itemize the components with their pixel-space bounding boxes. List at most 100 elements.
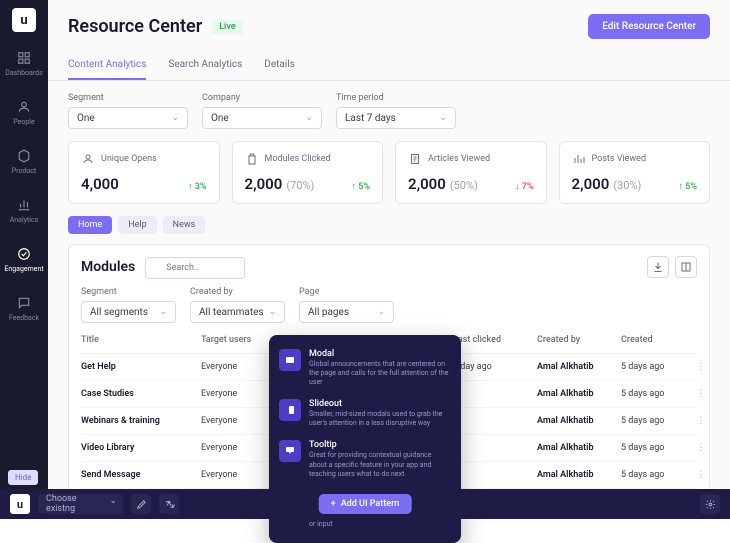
- column-header[interactable]: Title: [81, 335, 201, 345]
- stat-name: Posts Viewed: [592, 154, 647, 164]
- translate-button[interactable]: [159, 494, 179, 514]
- cell-last-clicked: 1 day ago: [453, 362, 537, 372]
- choose-existing-select[interactable]: Choose existng: [38, 494, 123, 514]
- stat-percent: (50%): [450, 179, 478, 192]
- stat-icon: [245, 152, 259, 166]
- nav-people[interactable]: People: [13, 95, 34, 130]
- segment-label: Segment: [68, 93, 188, 103]
- row-menu-button[interactable]: ⋮: [691, 389, 711, 399]
- sub-segment-select[interactable]: All segments⌄: [81, 301, 176, 323]
- chevron-down-icon: ⌄: [305, 113, 313, 123]
- popup-title: Slideout: [309, 399, 451, 409]
- chip-home[interactable]: Home: [68, 216, 112, 234]
- sub-creator-label: Created by: [190, 287, 285, 297]
- nav-product[interactable]: Product: [12, 144, 36, 179]
- add-pattern-button[interactable]: +Add UI Pattern: [319, 494, 412, 514]
- hide-button[interactable]: Hide: [8, 470, 38, 485]
- stat-value: 2,000: [572, 175, 610, 193]
- tab-details[interactable]: Details: [264, 51, 295, 80]
- period-select[interactable]: Last 7 days⌄: [336, 107, 456, 129]
- people-icon: [16, 99, 32, 115]
- tab-search-analytics[interactable]: Search Analytics: [168, 51, 242, 80]
- stat-value: 2,000: [245, 175, 283, 193]
- column-header[interactable]: Created: [621, 335, 691, 345]
- page-title: Resource Center: [68, 16, 202, 37]
- popup-desc: Smaller, mid-sized modals used to grab t…: [309, 410, 451, 428]
- sidebar: u Dashboards People Product Analytics En…: [0, 0, 48, 519]
- cell-created: 5 days ago: [621, 389, 691, 399]
- popup-item[interactable]: SlideoutSmaller, mid-sized modals used t…: [269, 393, 461, 434]
- sub-creator-select[interactable]: All teammates⌄: [190, 301, 285, 323]
- chip-news[interactable]: News: [163, 216, 206, 234]
- column-header[interactable]: Created by: [537, 335, 621, 345]
- filters: Segment One⌄ Company One⌄ Time period Last …: [48, 81, 730, 141]
- cell-title: Video Library: [81, 443, 201, 453]
- engagement-icon: [16, 246, 32, 262]
- popup-title: Modal: [309, 349, 451, 359]
- chevron-down-icon: ⌄: [171, 113, 179, 123]
- product-icon: [16, 148, 32, 164]
- nav-feedback[interactable]: Feedback: [9, 291, 39, 326]
- chip-help[interactable]: Help: [118, 216, 156, 234]
- tabs: Content Analytics Search Analytics Detai…: [48, 51, 730, 81]
- cell-title: Webinars & training: [81, 416, 201, 426]
- columns-button[interactable]: [675, 256, 697, 278]
- cell-created: 5 days ago: [621, 470, 691, 480]
- row-menu-button[interactable]: ⋮: [691, 416, 711, 426]
- cell-created-by: Amal Alkhatib: [537, 443, 621, 453]
- gear-icon: [705, 499, 716, 510]
- popup-item[interactable]: TooltipGreat for providing contextual gu…: [269, 434, 461, 484]
- chevron-down-icon: ⌄: [159, 307, 167, 317]
- segment-select[interactable]: One⌄: [68, 107, 188, 129]
- row-menu-button[interactable]: ⋮: [691, 443, 711, 453]
- stat-icon: [572, 152, 586, 166]
- stat-delta: ↑ 5%: [679, 181, 697, 192]
- edit-button[interactable]: Edit Resource Center: [588, 14, 710, 39]
- stat-name: Modules Clicked: [265, 154, 331, 164]
- status-badge: Live: [212, 20, 242, 34]
- header: Resource Center Live Edit Resource Cente…: [48, 0, 730, 39]
- popup-icon: [279, 399, 301, 421]
- popup-desc: Global announcements that are centered o…: [309, 360, 451, 387]
- stats: Unique Opens4,000↑ 3%Modules Clicked2,00…: [48, 141, 730, 204]
- stat-delta: ↑ 3%: [188, 181, 206, 192]
- nav-dashboards[interactable]: Dashboards: [5, 46, 42, 81]
- popup-desc: Great for providing contextual guidance …: [309, 451, 451, 478]
- period-label: Time period: [336, 93, 456, 103]
- row-menu-button[interactable]: ⋮: [691, 362, 711, 372]
- stat-card: Posts Viewed 2,000(30%) ↑ 5%: [559, 141, 711, 204]
- cell-title: Get Help: [81, 362, 201, 372]
- company-label: Company: [202, 93, 322, 103]
- edit-pattern-button[interactable]: [131, 494, 151, 514]
- cell-created-by: Amal Alkhatib: [537, 389, 621, 399]
- chevron-down-icon: ⌄: [377, 307, 385, 317]
- bottombar-logo[interactable]: u: [10, 494, 30, 514]
- logo[interactable]: u: [12, 8, 36, 32]
- nav-engagement[interactable]: Engagement: [4, 242, 43, 277]
- cell-created: 5 days ago: [621, 416, 691, 426]
- cell-title: Send Message: [81, 470, 201, 480]
- chevron-down-icon: ⌄: [439, 113, 447, 123]
- search-input[interactable]: [145, 257, 245, 279]
- stat-card: Unique Opens4,000↑ 3%: [68, 141, 220, 204]
- cell-created-by: Amal Alkhatib: [537, 362, 621, 372]
- tab-content-analytics[interactable]: Content Analytics: [68, 51, 146, 80]
- modules-title: Modules: [81, 259, 135, 275]
- stat-icon: [81, 152, 95, 166]
- nav-analytics[interactable]: Analytics: [10, 193, 39, 228]
- feedback-icon: [16, 295, 32, 311]
- popup-icon: [279, 349, 301, 371]
- stat-delta: ↑ 5%: [352, 181, 370, 192]
- company-select[interactable]: One⌄: [202, 107, 322, 129]
- row-menu-button[interactable]: ⋮: [691, 470, 711, 480]
- settings-button[interactable]: [700, 494, 720, 514]
- table-icon: [680, 261, 692, 273]
- stat-percent: (30%): [613, 179, 641, 192]
- stat-percent: (70%): [286, 179, 314, 192]
- column-header[interactable]: Last clicked: [453, 335, 537, 345]
- sub-page-select[interactable]: All pages⌄: [299, 301, 394, 323]
- stat-value: 4,000: [81, 175, 119, 193]
- popup-item[interactable]: ModalGlobal announcements that are cente…: [269, 343, 461, 393]
- stat-card: Modules Clicked 2,000(70%) ↑ 5%: [232, 141, 384, 204]
- download-button[interactable]: [647, 256, 669, 278]
